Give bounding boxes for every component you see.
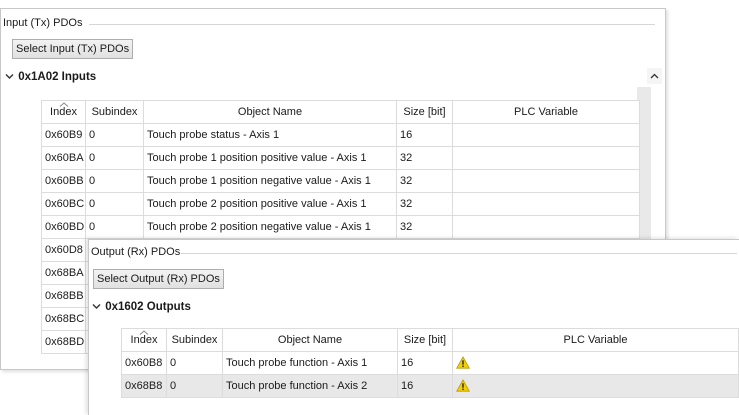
cell-size: 16 (397, 374, 453, 398)
cell-object-name: Touch probe 1 position positive value - … (143, 146, 397, 170)
cell-subindex: 0 (85, 192, 144, 216)
chevron-down-icon[interactable] (5, 71, 15, 83)
cell-size: 32 (396, 192, 453, 216)
cell-subindex: 0 (85, 215, 144, 239)
cell-index: 0x60BA (41, 146, 86, 170)
inputs-section-title: 0x1A02 Inputs (18, 71, 97, 83)
cell-object-name: Touch probe function - Axis 2 (222, 374, 398, 398)
column-header-plc-variable[interactable]: PLC Variable (452, 328, 739, 352)
column-header-size[interactable]: Size [bit] (396, 100, 453, 124)
column-header-subindex[interactable]: Subindex (85, 100, 144, 124)
table-row[interactable]: 0x60BB 0 Touch probe 1 position negative v… (41, 169, 640, 193)
output-pdos-group-title: Output (Rx) PDOs (91, 246, 185, 258)
cell-plc-variable[interactable] (452, 192, 640, 216)
cell-size: 32 (396, 215, 453, 239)
outputs-section-title: 0x1602 Outputs (105, 301, 191, 313)
cell-plc-variable[interactable] (452, 215, 640, 239)
column-header-subindex[interactable]: Subindex (166, 328, 223, 352)
cell-index: 0x68BC (41, 307, 86, 331)
table-header-row: Index Subindex Object Name Size [bit] PL… (41, 100, 640, 124)
column-header-object-name[interactable]: Object Name (222, 328, 398, 352)
cell-subindex: 0 (166, 374, 223, 398)
cell-size: 32 (396, 146, 453, 170)
column-header-index[interactable]: Index (121, 328, 167, 352)
table-row[interactable]: 0x60BD 0 Touch probe 2 position negative v… (41, 215, 640, 239)
cell-subindex: 0 (85, 146, 144, 170)
output-pdo-panel: Output (Rx) PDOs Select Output (Rx) PDOs… (88, 239, 739, 415)
table-row[interactable]: 0x60B8 0 Touch probe function - Axis 1 1… (121, 351, 739, 375)
outputs-section-header[interactable]: 0x1602 Outputs (92, 301, 191, 313)
cell-index: 0x60D8 (41, 238, 86, 262)
cell-plc-variable[interactable] (452, 123, 640, 147)
table-row[interactable]: 0x60B9 0 Touch probe status - Axis 1 16 (41, 123, 640, 147)
column-header-object-name[interactable]: Object Name (143, 100, 397, 124)
cell-index: 0x60BC (41, 192, 86, 216)
cell-index: 0x60BD (41, 215, 86, 239)
cell-object-name: Touch probe function - Axis 1 (222, 351, 398, 375)
cell-plc-variable[interactable] (452, 351, 739, 375)
cell-object-name: Touch probe 2 position positive value - … (143, 192, 397, 216)
table-header-row: Index Subindex Object Name Size [bit] PL… (121, 328, 739, 352)
cell-plc-variable[interactable] (452, 169, 640, 193)
column-header-index[interactable]: Index (41, 100, 86, 124)
cell-index: 0x68BD (41, 330, 86, 354)
cell-size: 16 (397, 351, 453, 375)
column-header-size[interactable]: Size [bit] (397, 328, 453, 352)
cell-plc-variable[interactable] (452, 146, 640, 170)
output-pdo-table: Index Subindex Object Name Size [bit] PL… (121, 328, 739, 398)
cell-plc-variable[interactable] (452, 374, 739, 398)
table-row[interactable]: 0x60BC 0 Touch probe 2 position positive v… (41, 192, 640, 216)
cell-index: 0x68B8 (121, 374, 167, 398)
cell-object-name: Touch probe 1 position negative value - … (143, 169, 397, 193)
table-row[interactable]: 0x68B8 0 Touch probe function - Axis 2 1… (121, 374, 739, 398)
input-pdos-group-title: Input (Tx) PDOs (3, 17, 87, 29)
scroll-up-arrow-icon[interactable] (647, 68, 662, 84)
select-output-pdos-button[interactable]: Select Output (Rx) PDOs (93, 269, 224, 289)
column-header-plc-variable[interactable]: PLC Variable (452, 100, 640, 124)
warning-icon (456, 379, 470, 393)
group-divider (89, 24, 655, 25)
cell-subindex: 0 (85, 123, 144, 147)
group-divider (181, 253, 737, 254)
warning-icon (456, 356, 470, 370)
cell-index: 0x60B8 (121, 351, 167, 375)
cell-size: 16 (396, 123, 453, 147)
cell-index: 0x68BB (41, 284, 86, 308)
cell-size: 32 (396, 169, 453, 193)
chevron-down-icon[interactable] (92, 301, 102, 313)
cell-index: 0x68BA (41, 261, 86, 285)
select-input-pdos-button[interactable]: Select Input (Tx) PDOs (12, 39, 134, 59)
sort-up-icon (139, 328, 149, 337)
table-row[interactable]: 0x60BA 0 Touch probe 1 position positive v… (41, 146, 640, 170)
cell-index: 0x60B9 (41, 123, 86, 147)
sort-up-icon (59, 100, 69, 109)
cell-index: 0x60BB (41, 169, 86, 193)
inputs-section-header[interactable]: 0x1A02 Inputs (5, 71, 96, 83)
cell-object-name: Touch probe status - Axis 1 (143, 123, 397, 147)
cell-subindex: 0 (166, 351, 223, 375)
cell-object-name: Touch probe 2 position negative value - … (143, 215, 397, 239)
cell-subindex: 0 (85, 169, 144, 193)
